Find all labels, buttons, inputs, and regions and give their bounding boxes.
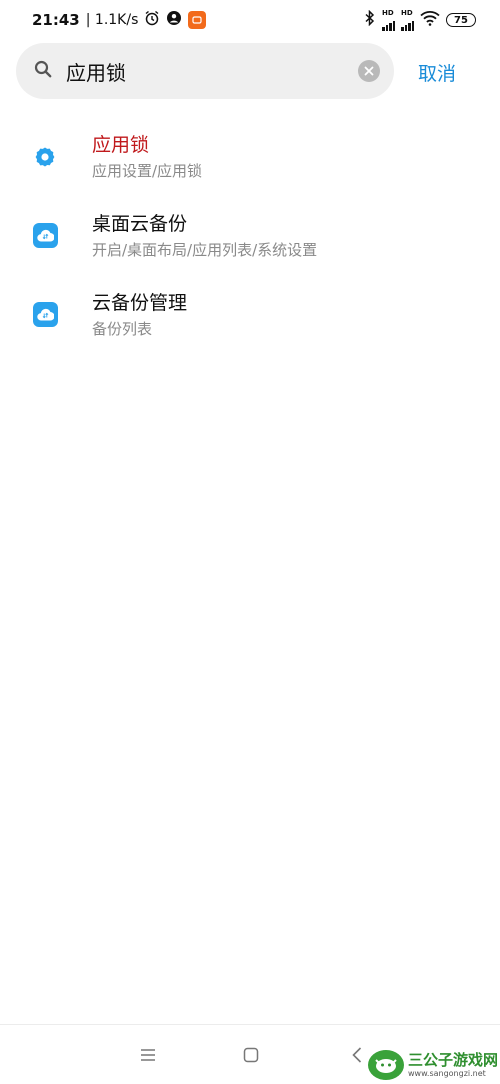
cancel-button[interactable]: 取消 <box>406 52 468 92</box>
watermark-logo-icon <box>368 1050 404 1080</box>
search-icon <box>34 60 52 82</box>
result-item-desktop-cloud-backup[interactable]: 桌面云备份 开启/桌面布局/应用列表/系统设置 <box>0 196 500 275</box>
cloud-backup-icon <box>32 302 58 328</box>
close-icon <box>364 66 374 76</box>
clear-search-button[interactable] <box>358 60 380 82</box>
watermark-url: www.sangongzi.net <box>408 1069 486 1078</box>
home-icon[interactable] <box>237 1041 265 1069</box>
status-right: HD HD 75 <box>364 8 476 31</box>
hd-label: HD <box>382 8 394 17</box>
search-input[interactable] <box>66 59 358 83</box>
result-path: 开启/桌面布局/应用列表/系统设置 <box>92 240 318 259</box>
status-time: 21:43 <box>32 11 80 29</box>
signal-icon: HD <box>401 8 414 31</box>
result-item-cloud-backup-management[interactable]: 云备份管理 备份列表 <box>0 275 500 354</box>
bluetooth-icon <box>364 9 376 30</box>
search-box[interactable] <box>16 43 394 99</box>
result-path: 应用设置/应用锁 <box>92 161 203 180</box>
battery-icon: 75 <box>446 13 476 27</box>
wifi-icon <box>420 10 440 30</box>
result-title: 云备份管理 <box>92 291 188 314</box>
menu-icon[interactable] <box>134 1041 162 1069</box>
watermark-name: 三公子游戏网 <box>408 1051 499 1069</box>
user-location-icon <box>166 10 182 30</box>
status-left: 21:43 | 1.1K/s <box>32 10 207 30</box>
result-title: 桌面云备份 <box>92 212 188 235</box>
result-path: 备份列表 <box>92 319 153 338</box>
signal-icon: HD <box>382 8 395 31</box>
watermark: 三公子游戏网 www.sangongzi.net <box>368 1046 500 1084</box>
hd-label: HD <box>401 8 413 17</box>
gear-icon <box>32 144 58 170</box>
result-title: 应用锁 <box>92 133 150 156</box>
cloud-backup-icon <box>32 223 58 249</box>
search-results-list: 应用锁 应用设置/应用锁 桌面云备份 开启/桌面布局/应用列表/系统设置 云备份… <box>0 117 500 354</box>
status-bar: 21:43 | 1.1K/s HD HD 75 <box>0 0 500 40</box>
network-speed: | 1.1K/s <box>85 12 139 28</box>
back-icon[interactable] <box>343 1041 371 1069</box>
alarm-icon <box>144 10 160 30</box>
result-item-app-lock[interactable]: 应用锁 应用设置/应用锁 <box>0 117 500 196</box>
app-notification-icon <box>188 11 207 29</box>
